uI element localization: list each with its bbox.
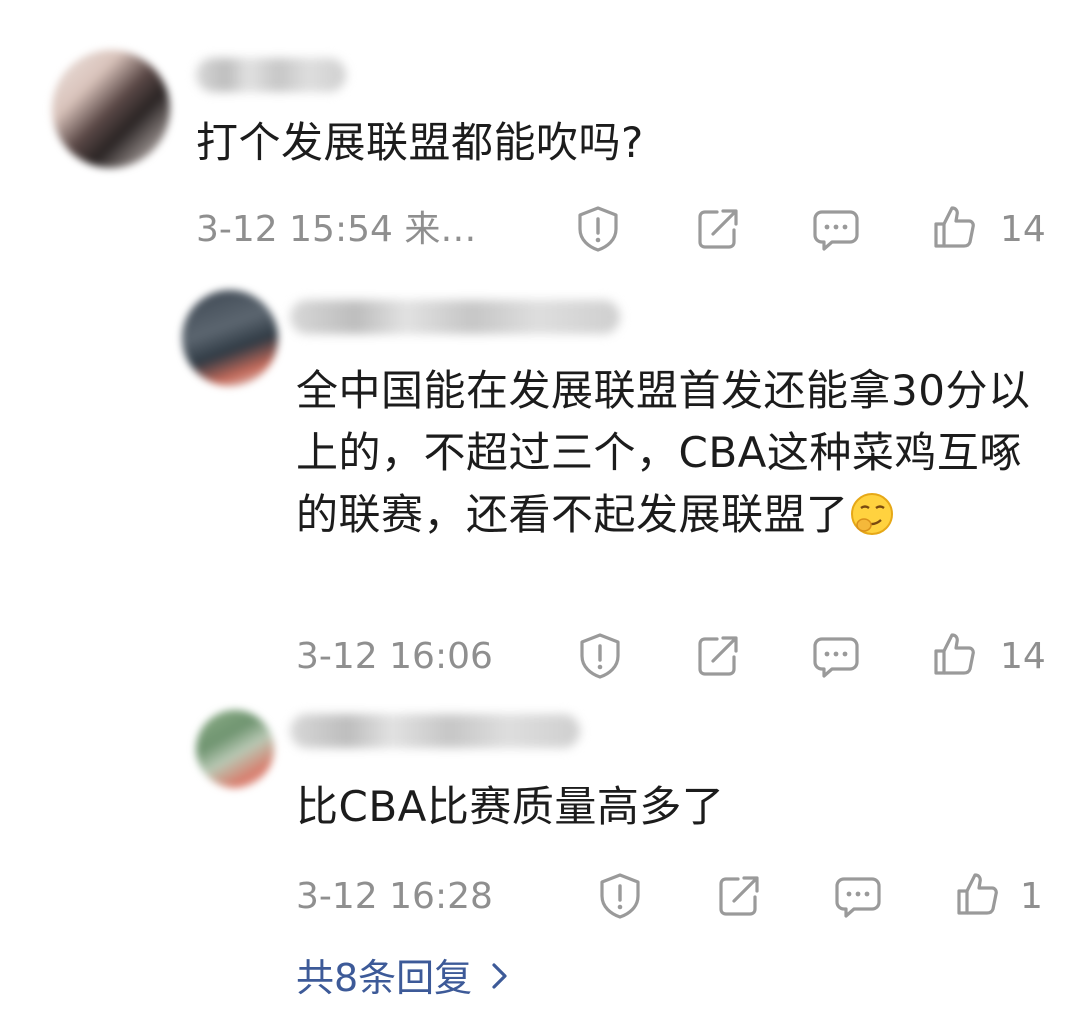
- username-blurred[interactable]: [196, 58, 346, 92]
- like-count: 1: [1020, 876, 1043, 917]
- comment-icon[interactable]: [812, 635, 860, 679]
- like-icon[interactable]: [955, 871, 1001, 917]
- chevron-right-icon: [490, 961, 510, 995]
- username-blurred[interactable]: [290, 714, 580, 748]
- like-icon[interactable]: [932, 631, 978, 677]
- comment-text: 打个发展联盟都能吹吗?: [196, 118, 644, 167]
- username-blurred[interactable]: [290, 300, 620, 334]
- report-icon[interactable]: [575, 205, 621, 253]
- comment-icon[interactable]: [834, 875, 882, 919]
- smirk-emoji: [849, 491, 895, 537]
- comment-icon[interactable]: [812, 208, 860, 252]
- report-icon[interactable]: [577, 632, 623, 680]
- view-replies-label: 共8条回复: [296, 956, 473, 1000]
- comment-meta: 3-12 16:06: [296, 636, 493, 677]
- comment-text-content: 全中国能在发展联盟首发还能拿30分以上的，不超过三个，CBA这种菜鸡互啄的联赛，…: [296, 366, 1031, 539]
- share-icon[interactable]: [695, 633, 741, 679]
- like-icon[interactable]: [932, 204, 978, 250]
- comment-text: 比CBA比赛质量高多了: [296, 782, 725, 831]
- avatar[interactable]: [196, 710, 274, 788]
- report-icon[interactable]: [597, 872, 643, 920]
- comment-meta: 3-12 16:28: [296, 876, 493, 917]
- like-count: 14: [1000, 636, 1046, 677]
- avatar[interactable]: [182, 290, 278, 386]
- comment-text: 全中国能在发展联盟首发还能拿30分以上的，不超过三个，CBA这种菜鸡互啄的联赛，…: [296, 360, 1036, 546]
- comment-meta: 3-12 15:54 来…: [196, 209, 477, 250]
- like-count: 14: [1000, 209, 1046, 250]
- share-icon[interactable]: [716, 873, 762, 919]
- share-icon[interactable]: [695, 206, 741, 252]
- view-replies-link[interactable]: 共8条回复: [296, 956, 510, 1000]
- avatar[interactable]: [52, 50, 170, 168]
